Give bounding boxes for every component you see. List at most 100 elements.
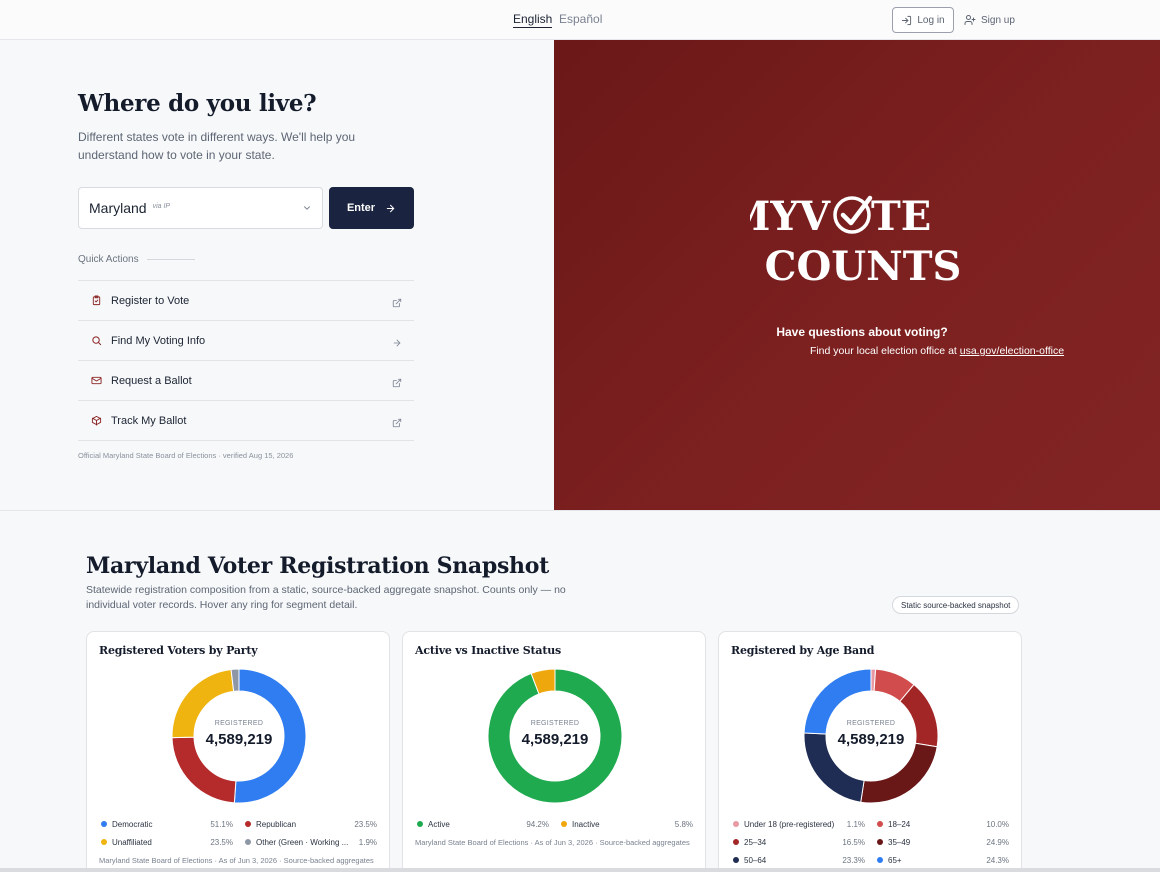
quick-actions-heading: Quick Actions (78, 254, 195, 265)
logo-line1-right: TE (871, 193, 931, 240)
snapshot-subtitle: Statewide registration composition from … (86, 584, 566, 611)
legend-swatch (417, 821, 423, 827)
legend-swatch (101, 821, 107, 827)
quick-action-label: Find My Voting Info (111, 334, 206, 347)
legend-swatch (733, 821, 739, 827)
quick-actions-list: Register to Vote Find My Voting Info Req… (78, 280, 414, 441)
legend-swatch (877, 839, 883, 845)
legend-value: 1.9% (358, 837, 377, 847)
legend-item: 35–49 24.9% (877, 836, 1009, 848)
quick-action-label: Track My Ballot (111, 414, 187, 427)
donut-center-value: 4,589,219 (837, 731, 905, 748)
check-circle-icon (833, 195, 873, 234)
hero-title: Where do you live? (78, 90, 317, 117)
legend-value: 23.3% (842, 855, 865, 865)
legend-label: 25–34 (744, 837, 767, 847)
my-vote-counts-logo: MYV TE COUNTS (750, 193, 962, 290)
quick-actions-divider (146, 259, 195, 260)
chart-footnote: Maryland State Board of Elections · As o… (99, 856, 374, 865)
legend-value: 16.5% (842, 837, 865, 847)
quick-action-request-ballot[interactable]: Request a Ballot (78, 361, 414, 401)
legend-item: 65+ 24.3% (877, 854, 1009, 866)
promo-question: Have questions about voting? (776, 325, 948, 339)
chart-title: Registered Voters by Party (99, 644, 258, 657)
external-link-icon (392, 375, 402, 393)
login-label: Log in (917, 14, 945, 26)
legend-value: 24.9% (986, 837, 1009, 847)
quick-action-find-info[interactable]: Find My Voting Info (78, 321, 414, 361)
promo-answer: Find your local election office at usa.g… (554, 345, 1160, 357)
legend-value: 10.0% (986, 819, 1009, 829)
user-plus-icon (964, 15, 976, 25)
source-footnote: Official Maryland State Board of Electio… (78, 451, 294, 460)
legend-swatch (733, 839, 739, 845)
donut-slice-35-49[interactable] (860, 742, 938, 804)
legend-item: Under 18 (pre-registered) 1.1% (733, 818, 865, 830)
snapshot-badge: Static source-backed snapshot (892, 596, 1020, 614)
package-icon (90, 415, 102, 427)
donut-center-label: REGISTERED (530, 720, 580, 727)
lang-spanish-tab[interactable]: Español (559, 12, 602, 26)
clipboard-check-icon (90, 295, 102, 307)
chart-footnote: Maryland State Board of Elections · As o… (415, 838, 690, 847)
state-select[interactable]: Maryland via IP (78, 187, 323, 229)
legend-label: Inactive (572, 819, 600, 829)
chart-title: Registered by Age Band (731, 644, 875, 657)
logo-line2: COUNTS (765, 243, 962, 290)
quick-action-register[interactable]: Register to Vote (78, 281, 414, 321)
legend-swatch (877, 857, 883, 863)
legend-value: 5.8% (674, 819, 693, 829)
legend-label: 18–24 (888, 819, 911, 829)
login-button[interactable]: Log in (892, 7, 954, 33)
section-divider (0, 510, 1160, 511)
legend-label: 35–49 (888, 837, 911, 847)
arrow-right-icon (386, 204, 395, 212)
legend-value: 51.1% (210, 819, 233, 829)
search-icon (90, 335, 102, 347)
chart-title: Active vs Inactive Status (415, 644, 561, 657)
quick-action-track-ballot[interactable]: Track My Ballot (78, 401, 414, 441)
donut-center-value: 4,589,219 (205, 731, 273, 748)
legend-label: Republican (256, 819, 297, 829)
quick-action-label: Request a Ballot (111, 374, 192, 387)
quick-actions-label: Quick Actions (78, 254, 139, 265)
legend-label: 65+ (888, 855, 902, 865)
external-link-icon (392, 295, 402, 313)
donut-slice-unaffiliated[interactable] (171, 668, 235, 739)
enter-button[interactable]: Enter (329, 187, 414, 229)
promo-answer-prefix: Find your local election office at (809, 345, 960, 357)
enter-label: Enter (346, 202, 376, 214)
legend-item: Unaffiliated 23.5% (101, 836, 233, 848)
legend-label: Unaffiliated (112, 837, 152, 847)
legend-value: 24.3% (986, 855, 1009, 865)
lang-english-tab[interactable]: English (513, 12, 553, 28)
signup-button[interactable]: Sign up (964, 7, 1015, 33)
legend-item: 50–64 23.3% (733, 854, 865, 866)
legend-item: Democratic 51.1% (101, 818, 233, 830)
chart-legend: Under 18 (pre-registered) 1.1% 18–24 10.0% 2… (733, 818, 1009, 866)
promo-panel: MYV TE COUNTS Have questions about votin… (554, 40, 1160, 510)
legend-item: 18–24 10.0% (877, 818, 1009, 830)
chart-card-status: Active vs Inactive Status REGISTERED 4,5… (402, 631, 706, 872)
chevron-down-icon (304, 206, 310, 210)
legend-item: Republican 23.5% (245, 818, 377, 830)
legend-label: Active (428, 819, 450, 829)
legend-item: Inactive 5.8% (561, 818, 693, 830)
horizontal-scrollbar[interactable] (0, 868, 1160, 872)
legend-item: Other (Green · Working ... 1.9% (245, 836, 377, 848)
election-office-link[interactable]: usa.gov/election-office (960, 345, 1064, 357)
quick-action-label: Register to Vote (111, 294, 190, 307)
legend-value: 1.1% (846, 819, 865, 829)
chart-card-party: Registered Voters by Party REGISTERED 4,… (86, 631, 390, 872)
legend-swatch (733, 857, 739, 863)
legend-item: 25–34 16.5% (733, 836, 865, 848)
top-bar: English Español Log in Sign up (0, 0, 1160, 40)
state-finder-panel: Where do you live? Different states vote… (0, 40, 554, 510)
legend-label: Democratic (112, 819, 153, 829)
state-source-hint: via IP (152, 203, 171, 210)
snapshot-title: Maryland Voter Registration Snapshot (86, 553, 549, 579)
legend-swatch (245, 821, 251, 827)
hero-subtitle: Different states vote in different ways.… (78, 130, 356, 162)
login-icon (902, 15, 912, 25)
mail-icon (90, 375, 102, 387)
